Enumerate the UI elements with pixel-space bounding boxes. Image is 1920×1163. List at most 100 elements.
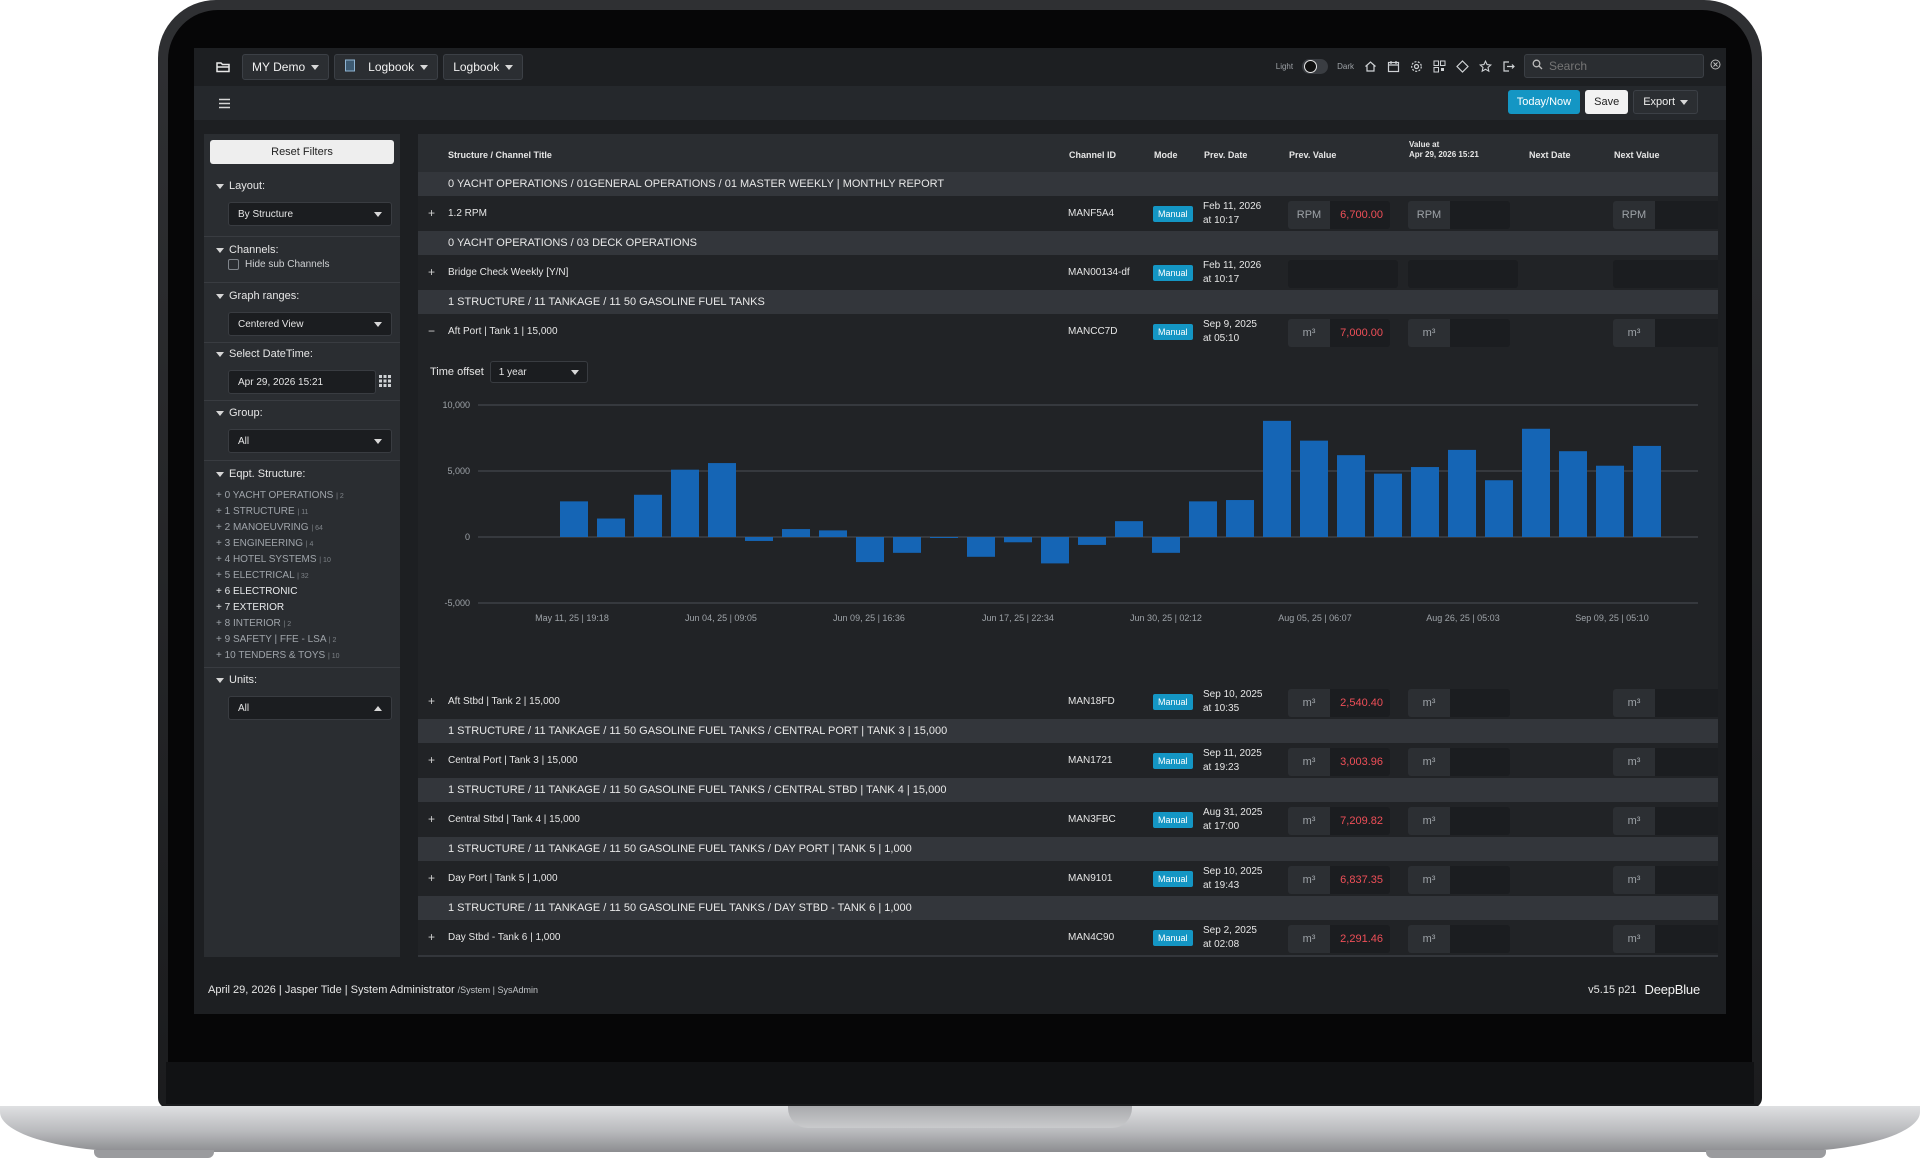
channels-section-header[interactable]: Channels: [216, 244, 279, 256]
chart-bar[interactable] [856, 537, 884, 563]
value-at-input[interactable] [1450, 201, 1510, 229]
export-button[interactable]: Export [1633, 90, 1698, 114]
chart-bar[interactable] [745, 537, 773, 541]
home-icon[interactable] [1363, 59, 1377, 73]
tree-item[interactable]: + 0 YACHT OPERATIONS | 2 [216, 488, 344, 504]
expand-toggle[interactable]: + [428, 753, 435, 767]
calendar-icon[interactable] [1386, 59, 1400, 73]
chart-bar[interactable] [1004, 537, 1032, 543]
eqpt-structure-section-header[interactable]: Eqpt. Structure: [216, 468, 305, 480]
next-value-input[interactable] [1655, 319, 1718, 347]
next-value-input[interactable] [1655, 866, 1718, 894]
chart-bar[interactable] [782, 529, 810, 537]
chart-bar[interactable] [671, 469, 699, 537]
next-value-input[interactable] [1655, 689, 1718, 717]
table-row[interactable]: +1.2 RPM MANF5A4 Manual Feb 11, 2026 at 10:1… [418, 196, 1718, 231]
layout-select[interactable]: By Structure [228, 202, 392, 226]
chart-bar[interactable] [893, 537, 921, 553]
chart-bar[interactable] [967, 537, 995, 557]
next-value-input[interactable] [1655, 925, 1718, 953]
expand-toggle[interactable]: + [428, 694, 435, 708]
chart-bar[interactable] [597, 518, 625, 537]
tree-item[interactable]: + 5 ELECTRICAL | 32 [216, 568, 344, 584]
chart-bar[interactable] [1522, 428, 1550, 537]
time-offset-select[interactable]: 1 year [489, 361, 588, 383]
expand-toggle[interactable]: + [428, 812, 435, 826]
datetime-input[interactable]: Apr 29, 2026 15:21 [228, 370, 376, 394]
value-at-input[interactable] [1408, 260, 1518, 288]
chart-bar[interactable] [634, 494, 662, 537]
table-row[interactable]: + Aft Stbd | Tank 2 | 15,000 MAN18FD Manual… [418, 684, 1718, 719]
qr-code-icon[interactable] [1432, 59, 1446, 73]
menu-icon[interactable] [218, 96, 231, 114]
graph-ranges-section-header[interactable]: Graph ranges: [216, 290, 299, 302]
value-at-input[interactable] [1450, 807, 1510, 835]
tree-item[interactable]: + 7 EXTERIOR [216, 600, 344, 616]
chart-bar[interactable] [708, 463, 736, 537]
chart-bar[interactable] [1078, 537, 1106, 545]
chart-bar[interactable] [1374, 473, 1402, 537]
save-button[interactable]: Save [1585, 90, 1629, 114]
tree-item[interactable]: + 1 STRUCTURE | 11 [216, 504, 344, 520]
chart-bar[interactable] [1115, 521, 1143, 537]
expand-toggle[interactable]: + [428, 930, 435, 944]
value-at-input[interactable] [1450, 925, 1510, 953]
reset-filters-button[interactable]: Reset Filters [210, 140, 394, 164]
chart-bar[interactable] [1596, 465, 1624, 537]
table-row[interactable]: + Day Stbd - Tank 6 | 1,000 MAN4C90 Manual S… [418, 920, 1718, 955]
value-at-input[interactable] [1450, 319, 1510, 347]
theme-toggle[interactable] [1302, 58, 1329, 74]
chart-bar[interactable] [1633, 445, 1661, 537]
table-row[interactable]: + Day Port | Tank 5 | 1,000 MAN9101 Manual S… [418, 861, 1718, 896]
table-row[interactable]: + Central Port | Tank 3 | 15,000 MAN1721 Ma… [418, 743, 1718, 778]
chart-bar[interactable] [930, 537, 958, 538]
clear-search-icon[interactable] [1710, 57, 1721, 75]
expand-toggle[interactable]: + [428, 871, 435, 885]
tree-item[interactable]: + 2 MANOEUVRING | 64 [216, 520, 344, 536]
chart-bar[interactable] [1263, 420, 1291, 537]
datetime-section-header[interactable]: Select DateTime: [216, 348, 313, 360]
expand-toggle[interactable]: + [428, 206, 435, 220]
logout-icon[interactable] [1501, 59, 1515, 73]
table-row[interactable]: + Bridge Check Weekly [Y/N] MAN00134-df Man… [418, 255, 1718, 290]
next-value-input[interactable] [1655, 748, 1718, 776]
value-at-input[interactable] [1450, 689, 1510, 717]
value-at-input[interactable] [1450, 748, 1510, 776]
tree-item[interactable]: + 4 HOTEL SYSTEMS | 10 [216, 552, 344, 568]
tree-item[interactable]: + 3 ENGINEERING | 4 [216, 536, 344, 552]
chart-bar[interactable] [1559, 451, 1587, 537]
chart-bar[interactable] [1411, 467, 1439, 537]
units-section-header[interactable]: Units: [216, 674, 257, 686]
chart-bar[interactable] [1337, 455, 1365, 537]
tree-item[interactable]: + 9 SAFETY | FFE - LSA | 2 [216, 632, 344, 648]
chart-bar[interactable] [1189, 501, 1217, 537]
expand-toggle[interactable]: + [428, 265, 435, 279]
layout-section-header[interactable]: Layout: [216, 180, 265, 192]
chart-bar[interactable] [1448, 449, 1476, 537]
demo-dropdown[interactable]: MY Demo [242, 54, 330, 80]
value-at-input[interactable] [1450, 866, 1510, 894]
group-select[interactable]: All [228, 429, 392, 453]
graph-ranges-select[interactable]: Centered View [228, 312, 392, 336]
tree-item[interactable]: + 10 TENDERS & TOYS | 10 [216, 648, 344, 664]
gear-icon[interactable] [1409, 59, 1423, 73]
group-section-header[interactable]: Group: [216, 407, 263, 419]
chart-bar[interactable] [1226, 500, 1254, 537]
chart-bar[interactable] [819, 530, 847, 537]
chart-bar[interactable] [1041, 537, 1069, 564]
search-input[interactable] [1549, 59, 1704, 73]
chart-bar[interactable] [1485, 480, 1513, 537]
folder-icon[interactable] [216, 61, 230, 73]
units-select[interactable]: All [228, 696, 392, 720]
chart-bar[interactable] [1300, 440, 1328, 537]
tree-item[interactable]: + 6 ELECTRONIC [216, 584, 344, 600]
chart-bar[interactable] [560, 501, 588, 537]
next-value-input[interactable] [1655, 807, 1718, 835]
expand-toggle[interactable]: − [428, 324, 435, 338]
calendar-grid-icon[interactable] [378, 374, 392, 393]
table-row[interactable]: + Central Stbd | Tank 4 | 15,000 MAN3FBC Ma… [418, 802, 1718, 837]
star-icon[interactable] [1478, 59, 1492, 73]
hide-sub-channels-checkbox[interactable]: Hide sub Channels [228, 259, 330, 270]
diamond-icon[interactable] [1455, 59, 1469, 73]
table-row[interactable]: − Aft Port | Tank 1 | 15,000 MANCC7D Manual… [418, 314, 1718, 349]
